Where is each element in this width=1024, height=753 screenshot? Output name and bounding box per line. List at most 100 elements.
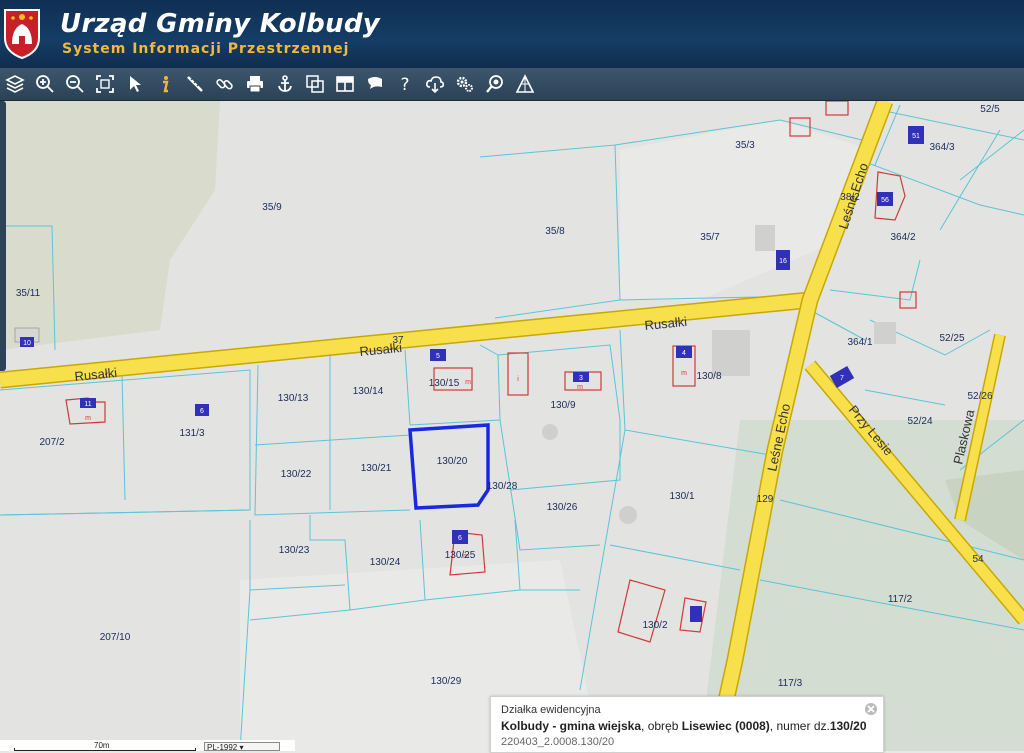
- parcel-label: 52/25: [939, 333, 964, 344]
- parcel-label: 52/26: [967, 391, 992, 402]
- parcel-label: 131/3: [179, 428, 204, 439]
- parcel-label: 117/3: [778, 678, 803, 689]
- parcel-label: 130/13: [278, 393, 309, 404]
- building-number: 6: [200, 408, 204, 415]
- print-icon: [247, 76, 263, 93]
- layout-button[interactable]: [330, 69, 360, 99]
- cloud-button[interactable]: [420, 69, 450, 99]
- zoom-in-icon: [36, 75, 54, 93]
- crs-select[interactable]: PL-1992 ▾: [204, 742, 280, 752]
- parcel-label: 130/9: [550, 400, 575, 411]
- measure-button[interactable]: [180, 69, 210, 99]
- building-number: 7: [840, 375, 844, 382]
- layers-button[interactable]: [0, 69, 30, 99]
- info-button[interactable]: [150, 69, 180, 99]
- parcel-label: 130/24: [370, 557, 401, 568]
- parcel-label: 130/28: [487, 481, 518, 492]
- parcel-label: 130/1: [669, 491, 694, 502]
- building-type-label: m: [465, 379, 471, 386]
- road-parcel-number: 54: [972, 554, 984, 565]
- text-segment: , numer dz.: [769, 719, 830, 733]
- app-title: Urząd Gminy Kolbudy: [60, 9, 381, 39]
- parcel-identifier: 220403_2.0008.130/20: [501, 736, 615, 748]
- settings-gears-icon: [456, 76, 473, 92]
- warning-triangle-icon: [515, 74, 535, 93]
- parcel-label: 364/1: [847, 337, 872, 348]
- building-number: 10: [23, 340, 31, 347]
- side-panel-handle[interactable]: [0, 101, 6, 371]
- measure-ruler-icon: [187, 76, 203, 92]
- parcel-label: 130/25: [445, 550, 476, 561]
- building-number: 4: [682, 350, 686, 357]
- app-subtitle: System Informacji Przestrzennej: [62, 41, 350, 57]
- parcel-label: 130/23: [279, 545, 310, 556]
- map-view[interactable]: 10 11 6 5 3 4 16 7 51 56 6 m m m m m i R…: [0, 101, 1024, 751]
- building-number: 16: [779, 258, 787, 265]
- zoom-out-button[interactable]: [60, 69, 90, 99]
- parcel-label: 130/8: [696, 371, 721, 382]
- parcel-label: 130/15: [429, 378, 460, 389]
- parcel-label: 117/2: [888, 594, 913, 605]
- copy-icon: [306, 75, 324, 93]
- zoom-in-button[interactable]: [30, 69, 60, 99]
- settings-button[interactable]: [450, 69, 480, 99]
- search-magnifier-icon: [486, 75, 503, 93]
- svg-text:?: ?: [400, 75, 409, 94]
- search-button[interactable]: [480, 69, 510, 99]
- building-number: 6: [458, 535, 462, 542]
- help-button[interactable]: ?: [390, 69, 420, 99]
- parcel-label: 130/20: [437, 456, 468, 467]
- copy-button[interactable]: [300, 69, 330, 99]
- select-arrow-icon: [130, 76, 141, 92]
- layers-icon: [5, 75, 25, 93]
- info-icon: [163, 76, 169, 93]
- parcel-label: 130/14: [353, 386, 384, 397]
- parcel-label: 52/5: [980, 104, 1000, 115]
- parcel-label: 207/2: [39, 437, 64, 448]
- precinct-name: Lisewiec (0008): [681, 719, 770, 733]
- app-header: Urząd Gminy Kolbudy System Informacji Pr…: [0, 0, 1024, 70]
- parcel-description: Kolbudy - gmina wiejska, obręb Lisewiec …: [501, 719, 867, 733]
- select-button[interactable]: [120, 69, 150, 99]
- link-icon: [216, 78, 233, 90]
- road-parcel-number: 38/2: [840, 192, 860, 203]
- print-button[interactable]: [240, 69, 270, 99]
- parcel-label: 207/10: [100, 632, 131, 643]
- road-parcel-number: 129: [757, 494, 774, 505]
- building-type-label: i: [517, 376, 519, 383]
- parcel-label: 35/7: [700, 232, 720, 243]
- parcel-label: 35/11: [16, 288, 41, 299]
- building-number: 3: [579, 375, 583, 382]
- parcel-info-popup: Działka ewidencyjna Kolbudy - gmina wiej…: [490, 696, 884, 753]
- warning-button[interactable]: [510, 69, 540, 99]
- coat-of-arms-icon: [4, 9, 40, 60]
- street-label: Rusałki: [644, 314, 688, 333]
- comment-button[interactable]: [360, 69, 390, 99]
- link-button[interactable]: [210, 69, 240, 99]
- building-number: 5: [436, 353, 440, 360]
- parcel-label: 130/21: [361, 463, 392, 474]
- map-toolbar: ?: [0, 68, 1024, 101]
- building-type-label: m: [577, 384, 583, 391]
- anchor-button[interactable]: [270, 69, 300, 99]
- help-icon: ?: [400, 75, 409, 94]
- text-segment: , obręb: [641, 719, 682, 733]
- parcel-label: 35/8: [545, 226, 565, 237]
- parcel-label: 130/26: [547, 502, 578, 513]
- chat-icon: [368, 77, 382, 89]
- anchor-icon: [278, 75, 292, 92]
- parcel-label: 130/2: [642, 620, 667, 631]
- parcel-label: 364/2: [890, 232, 915, 243]
- municipality-name: Kolbudy - gmina wiejska: [501, 719, 642, 733]
- zoom-extent-button[interactable]: [90, 69, 120, 99]
- zoom-out-icon: [66, 75, 84, 93]
- building-number: 11: [84, 401, 91, 408]
- close-icon[interactable]: [864, 702, 878, 716]
- map-canvas: 10 11 6 5 3 4 16 7 51 56 6 m m m m m i R…: [0, 101, 1024, 751]
- cloud-download-icon: [426, 76, 445, 94]
- zoom-extent-icon: [96, 75, 114, 93]
- parcel-label: 52/24: [907, 416, 932, 427]
- parcel-number: 130/20: [829, 719, 867, 733]
- parcel-label: 130/22: [281, 469, 312, 480]
- parcel-label: 35/9: [262, 202, 282, 213]
